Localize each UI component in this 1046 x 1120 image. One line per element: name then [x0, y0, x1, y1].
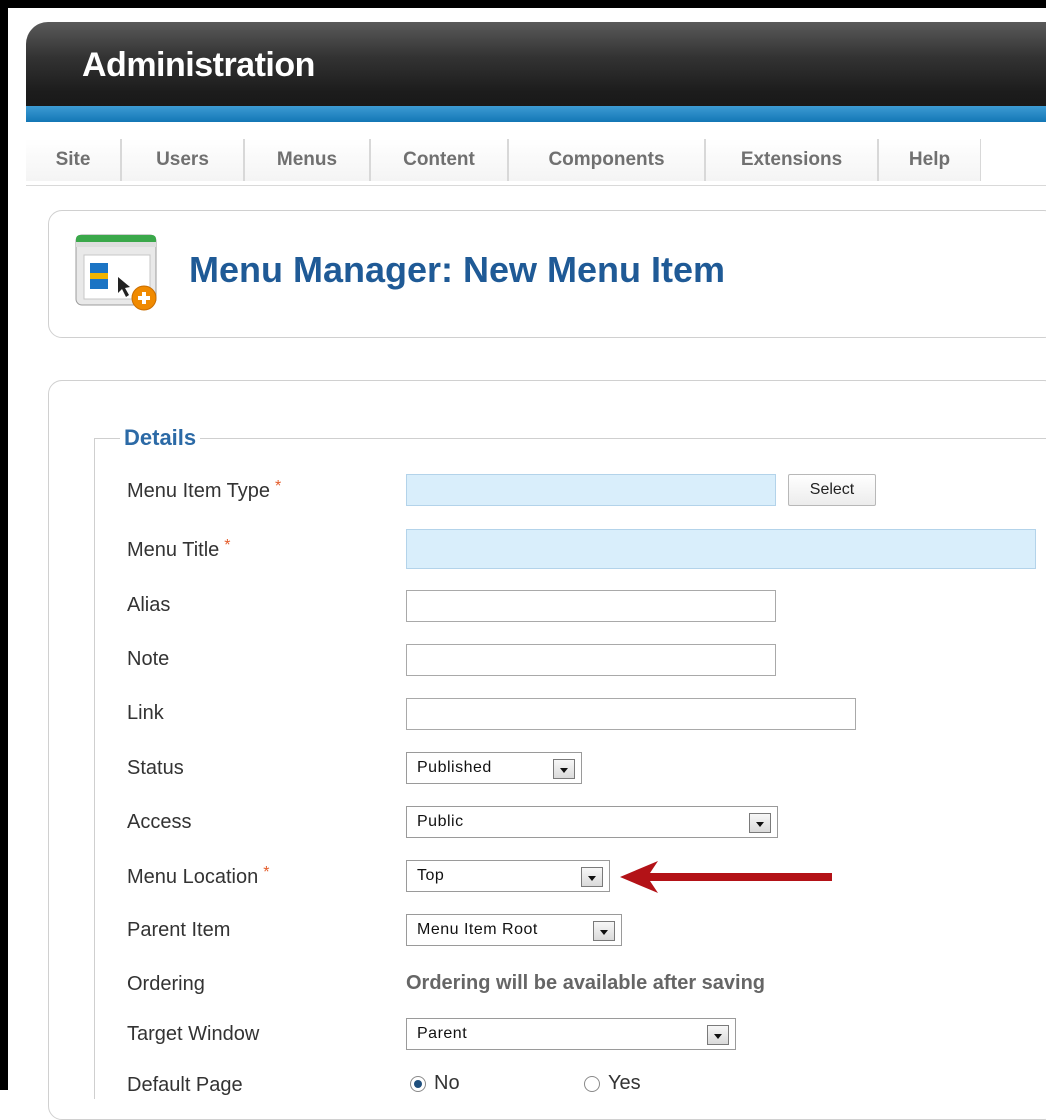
menu-users[interactable]: Users — [121, 139, 244, 181]
target-window-select[interactable]: Parent — [406, 1018, 736, 1050]
chevron-down-icon[interactable] — [707, 1025, 729, 1045]
menu-location-label: Menu Location * — [127, 864, 270, 891]
parent-item-select[interactable]: Menu Item Root — [406, 914, 622, 946]
ordering-label: Ordering — [127, 973, 205, 995]
target-window-value: Parent — [417, 1025, 468, 1042]
select-button[interactable]: Select — [788, 474, 876, 506]
menu-help[interactable]: Help — [878, 139, 981, 181]
header-title: Administration — [82, 46, 315, 84]
status-value: Published — [417, 759, 492, 776]
note-label: Note — [127, 648, 170, 670]
alias-label: Alias — [127, 594, 171, 616]
access-label: Access — [127, 811, 192, 833]
required-marker: * — [275, 478, 282, 495]
menu-title-label-text: Menu Title — [127, 539, 220, 561]
menu-location-value: Top — [417, 867, 445, 884]
chevron-down-icon[interactable] — [553, 759, 575, 779]
parent-item-label: Parent Item — [127, 919, 231, 941]
menu-add-icon — [75, 234, 157, 311]
red-arrow-annotation — [620, 861, 832, 893]
menu-title-input[interactable] — [406, 529, 1036, 569]
required-marker: * — [224, 537, 231, 554]
required-marker: * — [263, 864, 270, 881]
main-menu-bar: Site Users Menus Content Components Exte… — [26, 137, 1046, 186]
admin-header: Administration — [26, 22, 1046, 122]
menu-content[interactable]: Content — [370, 139, 508, 181]
target-window-label: Target Window — [127, 1023, 260, 1045]
status-label: Status — [127, 757, 184, 779]
access-select[interactable]: Public — [406, 806, 778, 838]
chevron-down-icon[interactable] — [581, 867, 603, 887]
status-select[interactable]: Published — [406, 752, 582, 784]
header-accent-bar — [26, 106, 1046, 122]
menu-title-label: Menu Title * — [127, 537, 231, 564]
menu-components[interactable]: Components — [508, 139, 705, 181]
page-title: Menu Manager: New Menu Item — [189, 249, 726, 290]
link-label: Link — [127, 702, 164, 724]
menu-item-type-input[interactable] — [406, 474, 776, 506]
note-input[interactable] — [406, 644, 776, 676]
default-page-yes-label: Yes — [608, 1072, 641, 1094]
parent-item-value: Menu Item Root — [417, 921, 538, 938]
default-page-label: Default Page — [127, 1074, 243, 1096]
ordering-note: Ordering will be available after saving — [406, 972, 766, 994]
menu-extensions[interactable]: Extensions — [705, 139, 878, 181]
menu-item-type-label-text: Menu Item Type — [127, 480, 271, 502]
chevron-down-icon[interactable] — [593, 921, 615, 941]
default-page-no-label: No — [434, 1072, 460, 1094]
menu-item-type-label: Menu Item Type * — [127, 478, 282, 505]
details-legend: Details — [120, 425, 201, 451]
menu-location-select[interactable]: Top — [406, 860, 610, 892]
chevron-down-icon[interactable] — [749, 813, 771, 833]
menu-menus[interactable]: Menus — [244, 139, 370, 181]
menu-site[interactable]: Site — [26, 139, 121, 181]
alias-input[interactable] — [406, 590, 776, 622]
access-value: Public — [417, 813, 464, 830]
link-input[interactable] — [406, 698, 856, 730]
menu-location-label-text: Menu Location — [127, 866, 259, 888]
title-panel: Menu Manager: New Menu Item — [48, 210, 1046, 338]
